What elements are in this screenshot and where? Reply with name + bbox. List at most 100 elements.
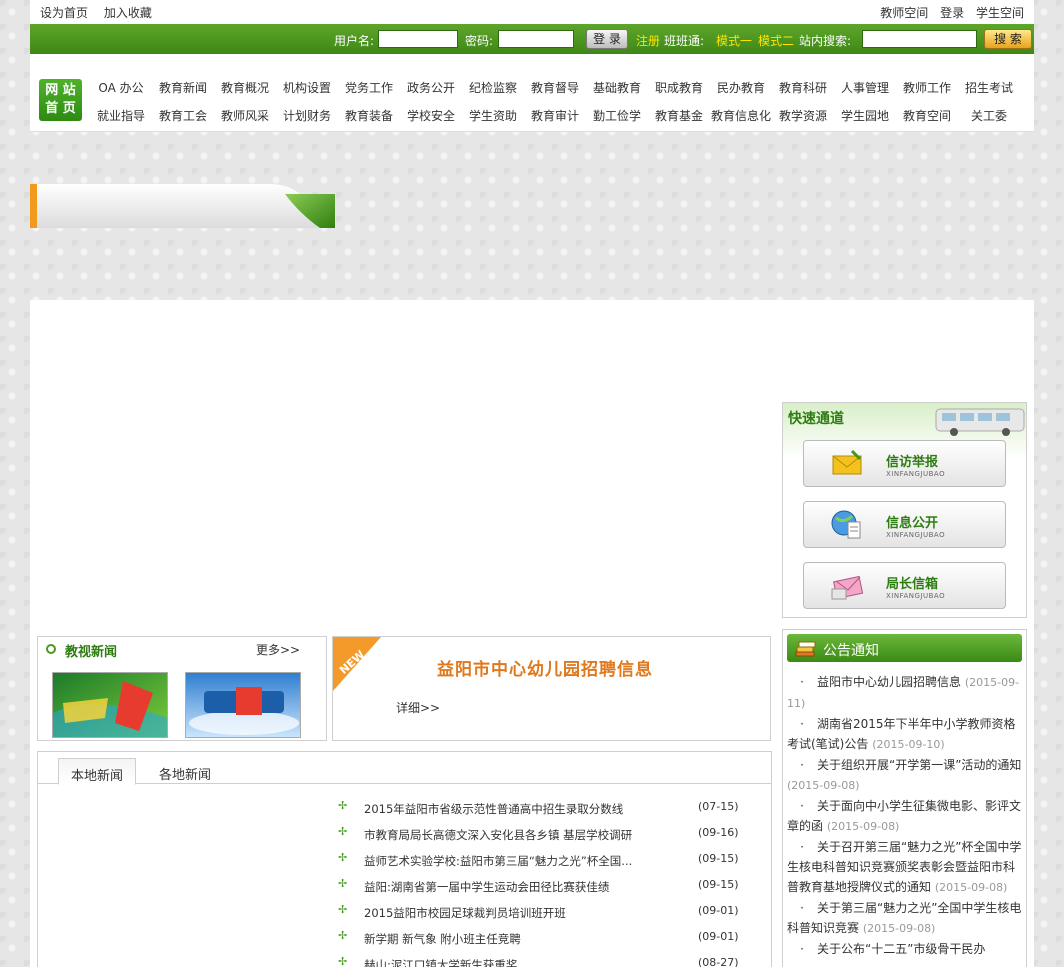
news-item[interactable]: ✢ 益师艺术实验学校:益阳市第三届“魅力之光”杯全国... (09-15) [338, 851, 748, 877]
nav-item[interactable]: 基础教育 [586, 79, 648, 99]
nav-item[interactable]: 教学资源 [772, 107, 834, 127]
nav-item[interactable]: 教育信息化 [710, 107, 772, 127]
notice-item-title[interactable]: 关于面向中小学生征集微电影、影评文章的函 [787, 799, 1021, 833]
password-input[interactable] [498, 30, 574, 48]
featured-detail-link[interactable]: 详细>> [396, 699, 440, 716]
notice-item-date: (2015-09-08) [862, 922, 936, 935]
nav-item[interactable]: 教师工作 [896, 79, 958, 99]
student-space-link[interactable]: 学生空间 [976, 6, 1024, 20]
dot-bullet-icon: · [800, 675, 804, 689]
add-favorite-link[interactable]: 加入收藏 [104, 6, 152, 20]
register-link[interactable]: 注册 [636, 32, 660, 49]
notice-item[interactable]: · 关于公布“十二五”市级骨干民办 [787, 939, 1022, 960]
username-input[interactable] [378, 30, 458, 48]
petition-report-sub: XINFANGJUBAO [886, 470, 946, 478]
nav-item[interactable]: 学校安全 [400, 107, 462, 127]
nav-item[interactable]: 纪检监察 [462, 79, 524, 99]
education-focus-image [186, 673, 300, 737]
plus-bullet-icon: ✢ [338, 877, 348, 890]
director-mailbox-title: 局长信箱 [886, 577, 939, 592]
video-thumbnail-1[interactable] [52, 672, 168, 738]
nav-item[interactable]: 勤工俭学 [586, 107, 648, 127]
plus-bullet-icon: ✢ [338, 825, 348, 838]
nav-item[interactable]: 机构设置 [276, 79, 338, 99]
tab-local-news[interactable]: 本地新闻 [58, 758, 137, 785]
login-button[interactable]: 登 录 [586, 29, 628, 49]
plus-bullet-icon: ✢ [338, 929, 348, 942]
search-input[interactable] [862, 30, 977, 48]
news-panel: 本地新闻 各地新闻 ✢ 2015年益阳市省级示范性普通高中招生录取分数线 (07-1… [37, 751, 772, 967]
nav-item[interactable]: 学生园地 [834, 107, 896, 127]
news-item[interactable]: ✢ 市教育局局长高德文深入安化县各乡镇 基层学校调研 (09-16) [338, 825, 748, 851]
petition-report-button[interactable]: 信访举报 XINFANGJUBAO [803, 440, 1006, 487]
tab-other-news[interactable]: 各地新闻 [147, 758, 223, 785]
notice-item[interactable]: · 关于召开第三届“魅力之光”杯全国中学生核电科普知识竞赛颁奖表彰会暨益阳市科普教… [787, 837, 1022, 898]
quick-channel-title: 快速通道 [788, 411, 844, 427]
notice-title: 公告通知 [823, 643, 879, 659]
username-label: 用户名: [334, 34, 375, 48]
dot-bullet-icon: · [800, 901, 804, 915]
director-mailbox-button[interactable]: 局长信箱 XINFANGJUBAO [803, 562, 1006, 609]
news-item[interactable]: ✢ 新学期 新气象 附小班主任竞聘 (09-01) [338, 929, 748, 955]
notice-item[interactable]: · 关于第三届“魅力之光”全国中学生核电科普知识竞赛 (2015-09-08) [787, 898, 1022, 939]
nav-item[interactable]: 招生考试 [958, 79, 1020, 99]
nav-item[interactable]: 民办教育 [710, 79, 772, 99]
dot-bullet-icon: · [800, 840, 804, 854]
login-bar: 用户名: 密码: 登 录 注册 班班通: 模式一 模式二 站内搜索: 搜 索 [30, 24, 1034, 54]
news-title[interactable]: 2015益阳市校园足球裁判员培训班开班 [364, 905, 674, 921]
featured-headline-link[interactable]: 益阳市中心幼儿园招聘信息 [437, 655, 653, 680]
nav-item[interactable]: 人事管理 [834, 79, 896, 99]
nav-item[interactable]: 教育科研 [772, 79, 834, 99]
news-title[interactable]: 新学期 新气象 附小班主任竞聘 [364, 931, 674, 947]
news-title[interactable]: 益阳:湖南省第一届中学生运动会田径比赛获佳绩 [364, 879, 674, 895]
info-disclosure-button[interactable]: 信息公开 XINFANGJUBAO [803, 501, 1006, 548]
notice-item-title[interactable]: 关于公布“十二五”市级骨干民办 [817, 942, 985, 956]
notice-item-title[interactable]: 关于组织开展“开学第一课”活动的通知 [817, 758, 1021, 772]
news-title[interactable]: 市教育局局长高德文深入安化县各乡镇 基层学校调研 [364, 827, 674, 843]
nav-item[interactable]: 党务工作 [338, 79, 400, 99]
nav-item[interactable]: 政务公开 [400, 79, 462, 99]
notice-item[interactable]: · 益阳市中心幼儿园招聘信息 (2015-09-11) [787, 672, 1022, 714]
nav-item[interactable]: 职成教育 [648, 79, 710, 99]
notice-item-title[interactable]: 益阳市中心幼儿园招聘信息 [817, 675, 961, 689]
video-thumbnail-2[interactable] [185, 672, 301, 738]
news-date: (08-27) [698, 956, 739, 967]
nav-item[interactable]: 教育新闻 [152, 79, 214, 99]
news-item[interactable]: ✢ 2015益阳市校园足球裁判员培训班开班 (09-01) [338, 903, 748, 929]
nav-item[interactable]: 教育审计 [524, 107, 586, 127]
news-item[interactable]: ✢ 2015年益阳市省级示范性普通高中招生录取分数线 (07-15) [338, 799, 748, 825]
news-item[interactable]: ✢ 益阳:湖南省第一届中学生运动会田径比赛获佳绩 (09-15) [338, 877, 748, 903]
notice-item-date: (2015-09-08) [787, 779, 860, 792]
news-date: (09-16) [698, 826, 739, 839]
director-mailbox-sub: XINFANGJUBAO [886, 592, 946, 600]
nav-item[interactable]: 关工委 [958, 107, 1020, 127]
search-button[interactable]: 搜 索 [984, 29, 1032, 49]
notice-item[interactable]: · 关于面向中小学生征集微电影、影评文章的函 (2015-09-08) [787, 796, 1022, 837]
teacher-space-link[interactable]: 教师空间 [880, 6, 928, 20]
nav-item[interactable]: OA 办公 [90, 79, 152, 99]
news-title[interactable]: 2015年益阳市省级示范性普通高中招生录取分数线 [364, 801, 674, 817]
mode2-link[interactable]: 模式二 [758, 32, 794, 49]
nav-item[interactable]: 教育督导 [524, 79, 586, 99]
nav-item[interactable]: 教师风采 [214, 107, 276, 127]
nav-item[interactable]: 教育概况 [214, 79, 276, 99]
nav-item[interactable]: 教育空间 [896, 107, 958, 127]
nav-item[interactable]: 教育装备 [338, 107, 400, 127]
nav-item[interactable]: 教育基金 [648, 107, 710, 127]
news-title[interactable]: 益师艺术实验学校:益阳市第三届“魅力之光”杯全国... [364, 853, 674, 869]
nav-item[interactable]: 计划财务 [276, 107, 338, 127]
news-item[interactable]: ✢ 赫山:泥江口镇大学新生获重奖 (08-27) [338, 955, 748, 967]
notice-item[interactable]: · 湖南省2015年下半年中小学教师资格考试(笔试)公告 (2015-09-10) [787, 714, 1022, 755]
login-link[interactable]: 登录 [940, 6, 964, 20]
mode1-link[interactable]: 模式一 [716, 32, 752, 49]
nav-item[interactable]: 就业指导 [90, 107, 152, 127]
nav-item[interactable]: 教育工会 [152, 107, 214, 127]
home-button[interactable]: 网 站 首 页 [39, 79, 82, 121]
video-news-more-link[interactable]: 更多>> [256, 641, 300, 658]
notice-item[interactable]: · 关于组织开展“开学第一课”活动的通知 (2015-09-08) [787, 755, 1022, 796]
set-home-link[interactable]: 设为首页 [40, 6, 88, 20]
nav-item[interactable]: 学生资助 [462, 107, 524, 127]
news-title[interactable]: 赫山:泥江口镇大学新生获重奖 [364, 957, 674, 967]
bus-icon [935, 408, 1025, 436]
notice-item-date: (2015-09-08) [826, 820, 900, 833]
